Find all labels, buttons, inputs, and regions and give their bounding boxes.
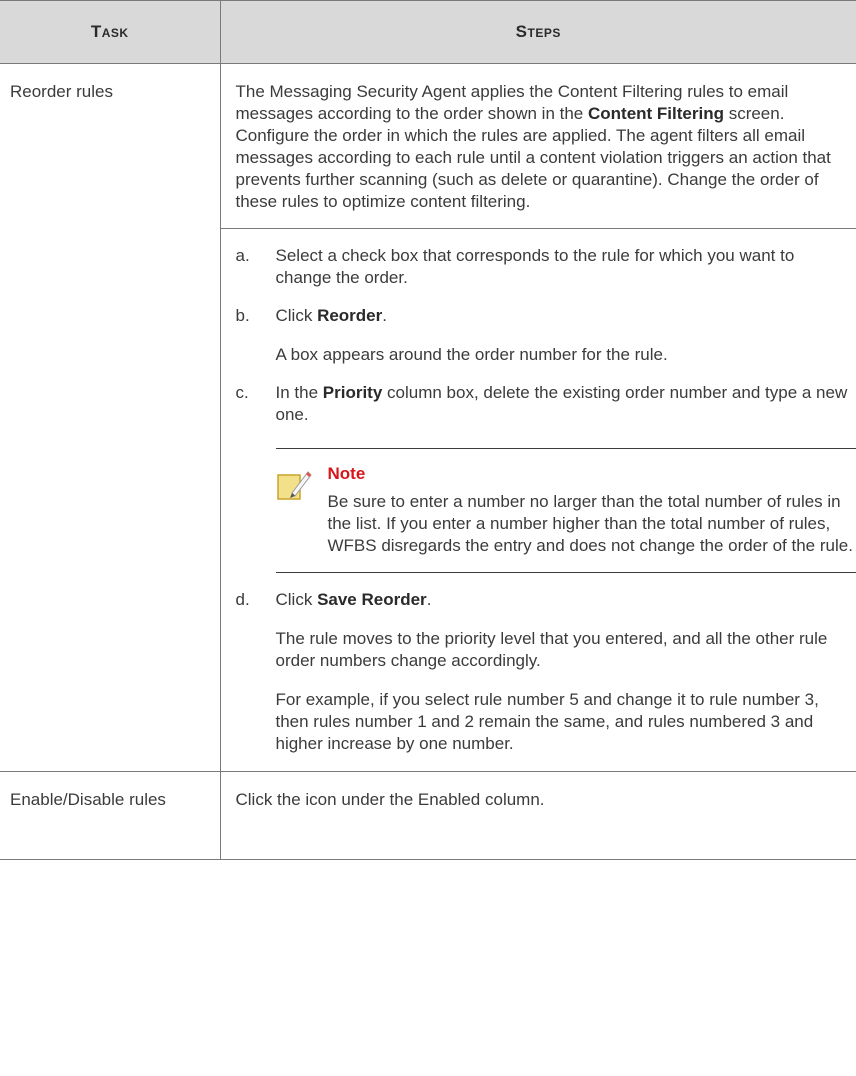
- task-label: Reorder rules: [10, 82, 113, 101]
- task-steps-table: Task Steps Reorder rules The Messaging S…: [0, 0, 856, 861]
- intro-paragraph: The Messaging Security Agent applies the…: [235, 82, 831, 212]
- step-d-detail-2: For example, if you select rule number 5…: [275, 689, 819, 753]
- table-header-row: Task Steps: [0, 0, 856, 64]
- table-row: Reorder rules The Messaging Security Age…: [0, 62, 856, 773]
- steps-cell-reorder: The Messaging Security Agent applies the…: [219, 62, 856, 773]
- step-d: d. Click Save Reorder.: [235, 589, 432, 609]
- task-cell-reorder: Reorder rules: [0, 62, 221, 773]
- header-task: Task: [0, 0, 221, 64]
- divider: [220, 227, 856, 229]
- task-cell-enable: Enable/Disable rules: [0, 771, 221, 861]
- step-b: b. Click Reorder.: [235, 305, 387, 325]
- note-box: Note Be sure to enter a number no larger…: [275, 448, 856, 573]
- note-text: Be sure to enter a number no larger than…: [327, 492, 853, 556]
- step-c: c. In the Priority column box, delete th…: [235, 382, 848, 425]
- step-b-detail: A box appears around the order number fo…: [275, 344, 668, 364]
- steps-cell-enable: Click the icon under the Enabled column.: [219, 771, 856, 861]
- step-a: a. Select a check box that corresponds t…: [235, 245, 795, 287]
- note-title: Note: [327, 464, 366, 484]
- task-label: Enable/Disable rules: [10, 790, 166, 810]
- step-d-detail-1: The rule moves to the priority level tha…: [275, 628, 828, 670]
- steps-text: Click the icon under the Enabled column.: [235, 790, 545, 810]
- note-pencil-icon: [276, 463, 328, 557]
- table-row: Enable/Disable rules Click the icon unde…: [0, 771, 856, 861]
- header-steps: Steps: [219, 0, 856, 64]
